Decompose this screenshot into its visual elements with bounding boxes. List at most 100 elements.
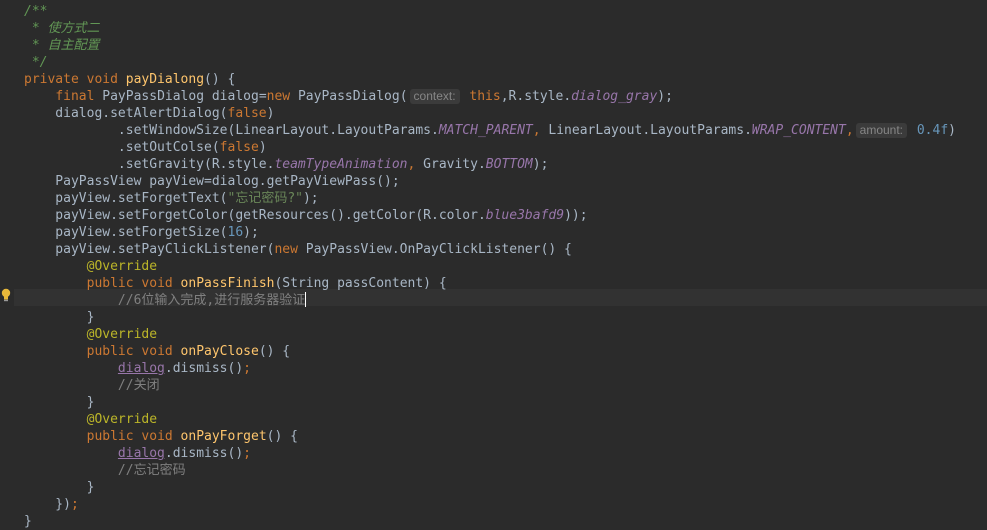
code-token: () {	[204, 72, 236, 87]
code-line[interactable]: dialog.dismiss();	[24, 360, 251, 377]
code-editor[interactable]: /** * 使方式二 * 自主配置 */private void payDial…	[0, 0, 987, 530]
code-token: .setGravity(R.style.	[24, 157, 275, 172]
code-line[interactable]: //6位输入完成,进行服务器验证	[24, 292, 307, 309]
code-token: WRAP_CONTENT	[751, 123, 846, 138]
code-token: PayPassDialog dialog=	[102, 89, 267, 104]
code-token: () {	[266, 429, 298, 444]
code-line[interactable]: public void onPayClose() {	[24, 343, 291, 360]
code-token: onPayClose	[180, 344, 259, 359]
text-cursor	[305, 292, 307, 307]
code-line[interactable]: @Override	[24, 411, 157, 428]
code-token: (String passContent) {	[274, 276, 447, 291]
code-token: ));	[564, 208, 588, 223]
code-token: 0.4f	[909, 123, 949, 138]
code-token: );	[657, 89, 673, 104]
code-token: private void	[24, 72, 126, 87]
code-token: false	[227, 106, 267, 121]
code-line[interactable]: dialog.setAlertDialog(false)	[24, 105, 274, 122]
parameter-hint: amount:	[855, 123, 908, 138]
code-token: */	[24, 55, 48, 70]
code-line[interactable]: payView.setPayClickListener(new PayPassV…	[24, 241, 572, 258]
code-token: }	[24, 310, 95, 325]
code-line[interactable]: //关闭	[24, 377, 160, 394]
code-line[interactable]: PayPassView payView=dialog.getPayViewPas…	[24, 173, 400, 190]
code-token: }	[24, 514, 32, 529]
code-token: dialog_gray	[571, 89, 658, 104]
code-token: onPassFinish	[180, 276, 275, 291]
code-token: PayPassView.OnPayClickListener() {	[305, 242, 572, 257]
code-token: ,R.style.	[500, 89, 572, 104]
code-line[interactable]: .setWindowSize(LinearLayout.LayoutParams…	[24, 122, 956, 139]
code-token: @Override	[86, 327, 158, 342]
code-line[interactable]: });	[24, 496, 79, 513]
code-line[interactable]: payView.setForgetColor(getResources().ge…	[24, 207, 588, 224]
code-token: payDialong	[125, 72, 205, 87]
code-token: "忘记密码?"	[227, 191, 303, 206]
code-token: payView.setForgetText(	[24, 191, 228, 206]
parameter-hint: context:	[409, 89, 460, 104]
code-token: false	[219, 140, 259, 155]
code-token: )	[948, 123, 956, 138]
code-token: ;	[70, 497, 79, 512]
code-token: 16	[227, 225, 244, 240]
code-token: () {	[258, 344, 291, 359]
code-line[interactable]: .setOutColse(false)	[24, 139, 267, 156]
code-token: dialog	[117, 446, 165, 461]
code-token: .setOutColse(	[24, 140, 220, 155]
code-line[interactable]: dialog.dismiss();	[24, 445, 251, 462]
code-line[interactable]: }	[24, 394, 95, 411]
code-line[interactable]: final PayPassDialog dialog=new PayPassDi…	[24, 88, 673, 105]
code-line[interactable]: payView.setForgetText("忘记密码?");	[24, 190, 319, 207]
code-line[interactable]: @Override	[24, 326, 157, 343]
code-token: .dismiss()	[164, 446, 244, 461]
code-token: payView.setPayClickListener(	[24, 242, 275, 257]
code-token: Gravity.	[423, 157, 486, 172]
code-token: new	[266, 89, 298, 104]
code-token: payView.setForgetSize(	[24, 225, 228, 240]
lightbulb-icon[interactable]	[0, 288, 12, 302]
code-line[interactable]: @Override	[24, 258, 157, 275]
code-line[interactable]: * 自主配置	[24, 37, 100, 54]
code-line[interactable]: }	[24, 513, 32, 530]
code-line[interactable]: }	[24, 479, 95, 496]
code-token: new	[274, 242, 306, 257]
code-line[interactable]: }	[24, 309, 95, 326]
code-token: )	[258, 140, 267, 155]
code-token: ,	[532, 123, 549, 138]
code-token: })	[24, 497, 71, 512]
code-token: );	[302, 191, 319, 206]
code-line[interactable]: public void onPayForget() {	[24, 428, 298, 445]
code-token: teamTypeAnimation	[274, 157, 408, 172]
code-token: //关闭	[117, 378, 160, 393]
code-line[interactable]: payView.setForgetSize(16);	[24, 224, 259, 241]
code-token: @Override	[86, 412, 158, 427]
code-token: ;	[243, 446, 251, 461]
code-token: .dismiss()	[164, 361, 244, 376]
code-token: ;	[243, 361, 251, 376]
code-token: @Override	[86, 259, 158, 274]
code-token: );	[243, 225, 259, 240]
code-token: LinearLayout.LayoutParams.	[548, 123, 752, 138]
code-token: .setWindowSize(LinearLayout.LayoutParams…	[24, 123, 439, 138]
code-token: blue3bafd9	[485, 208, 565, 223]
code-line[interactable]: * 使方式二	[24, 20, 100, 37]
code-line[interactable]: .setGravity(R.style.teamTypeAnimation, G…	[24, 156, 549, 173]
code-token: PayPassView payView=dialog.getPayViewPas…	[24, 174, 400, 189]
code-token: dialog.setAlertDialog(	[24, 106, 228, 121]
code-line[interactable]: private void payDialong() {	[24, 71, 235, 88]
code-token: dialog	[117, 361, 165, 376]
code-line[interactable]: /**	[24, 3, 47, 20]
code-line[interactable]: //忘记密码	[24, 462, 186, 479]
code-token: /**	[24, 4, 48, 19]
code-line[interactable]: public void onPassFinish(String passCont…	[24, 275, 447, 292]
code-token: public void	[86, 344, 181, 359]
code-token: PayPassDialog(	[297, 89, 408, 104]
code-token: BOTTOM	[485, 157, 533, 172]
code-line[interactable]: */	[24, 54, 48, 71]
